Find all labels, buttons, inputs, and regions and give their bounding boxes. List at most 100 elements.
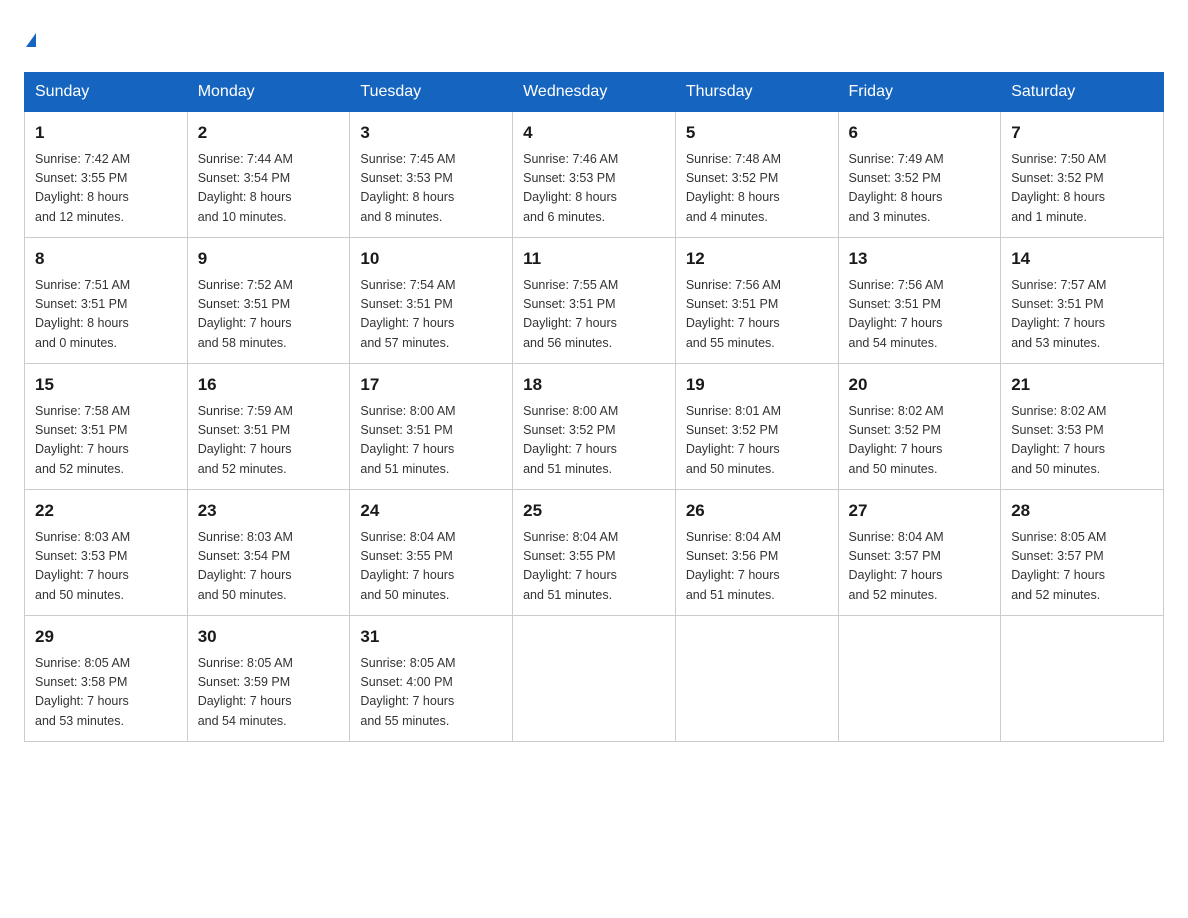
day-number: 20 xyxy=(849,372,991,398)
day-info: Sunrise: 7:42 AMSunset: 3:55 PMDaylight:… xyxy=(35,150,177,228)
day-info: Sunrise: 7:44 AMSunset: 3:54 PMDaylight:… xyxy=(198,150,340,228)
day-number: 1 xyxy=(35,120,177,146)
calendar-cell: 19Sunrise: 8:01 AMSunset: 3:52 PMDayligh… xyxy=(675,364,838,490)
weekday-header-tuesday: Tuesday xyxy=(350,73,513,112)
day-number: 5 xyxy=(686,120,828,146)
calendar-cell: 5Sunrise: 7:48 AMSunset: 3:52 PMDaylight… xyxy=(675,112,838,238)
calendar-cell: 7 Sunrise: 7:50 AMSunset: 3:52 PMDaylight… xyxy=(1001,112,1164,238)
calendar-week-row: 15 Sunrise: 7:58 AMSunset: 3:51 PMDayligh… xyxy=(25,364,1164,490)
day-number: 24 xyxy=(360,498,502,524)
day-number: 12 xyxy=(686,246,828,272)
day-info: Sunrise: 7:49 AMSunset: 3:52 PMDaylight:… xyxy=(849,150,991,228)
day-number: 6 xyxy=(849,120,991,146)
day-info: Sunrise: 7:55 AMSunset: 3:51 PMDaylight:… xyxy=(523,276,665,354)
calendar-cell: 27 Sunrise: 8:04 AMSunset: 3:57 PMDayligh… xyxy=(838,490,1001,616)
day-number: 22 xyxy=(35,498,177,524)
calendar-cell: 17Sunrise: 8:00 AMSunset: 3:51 PMDayligh… xyxy=(350,364,513,490)
day-number: 14 xyxy=(1011,246,1153,272)
calendar-week-row: 1 Sunrise: 7:42 AMSunset: 3:55 PMDaylight… xyxy=(25,112,1164,238)
day-info: Sunrise: 7:58 AMSunset: 3:51 PMDaylight:… xyxy=(35,402,177,480)
calendar-cell: 2 Sunrise: 7:44 AMSunset: 3:54 PMDaylight… xyxy=(187,112,350,238)
calendar-cell: 26Sunrise: 8:04 AMSunset: 3:56 PMDayligh… xyxy=(675,490,838,616)
day-info: Sunrise: 8:02 AMSunset: 3:53 PMDaylight:… xyxy=(1011,402,1153,480)
calendar-cell: 6 Sunrise: 7:49 AMSunset: 3:52 PMDaylight… xyxy=(838,112,1001,238)
calendar-cell: 31 Sunrise: 8:05 AMSunset: 4:00 PMDayligh… xyxy=(350,616,513,742)
calendar-cell: 10 Sunrise: 7:54 AMSunset: 3:51 PMDayligh… xyxy=(350,238,513,364)
day-info: Sunrise: 8:05 AMSunset: 3:57 PMDaylight:… xyxy=(1011,528,1153,606)
calendar-cell xyxy=(513,616,676,742)
calendar-cell xyxy=(1001,616,1164,742)
day-number: 27 xyxy=(849,498,991,524)
logo xyxy=(24,24,36,52)
day-number: 30 xyxy=(198,624,340,650)
day-info: Sunrise: 8:04 AMSunset: 3:57 PMDaylight:… xyxy=(849,528,991,606)
calendar-cell: 15 Sunrise: 7:58 AMSunset: 3:51 PMDayligh… xyxy=(25,364,188,490)
day-number: 7 xyxy=(1011,120,1153,146)
calendar-cell: 13 Sunrise: 7:56 AMSunset: 3:51 PMDayligh… xyxy=(838,238,1001,364)
calendar-week-row: 8 Sunrise: 7:51 AMSunset: 3:51 PMDaylight… xyxy=(25,238,1164,364)
weekday-header-thursday: Thursday xyxy=(675,73,838,112)
day-number: 28 xyxy=(1011,498,1153,524)
day-info: Sunrise: 7:45 AMSunset: 3:53 PMDaylight:… xyxy=(360,150,502,228)
calendar-cell: 3 Sunrise: 7:45 AMSunset: 3:53 PMDaylight… xyxy=(350,112,513,238)
calendar-cell xyxy=(838,616,1001,742)
weekday-header-monday: Monday xyxy=(187,73,350,112)
calendar-week-row: 22 Sunrise: 8:03 AMSunset: 3:53 PMDayligh… xyxy=(25,490,1164,616)
calendar-cell: 21 Sunrise: 8:02 AMSunset: 3:53 PMDayligh… xyxy=(1001,364,1164,490)
day-number: 21 xyxy=(1011,372,1153,398)
calendar-cell: 25Sunrise: 8:04 AMSunset: 3:55 PMDayligh… xyxy=(513,490,676,616)
calendar-cell: 9Sunrise: 7:52 AMSunset: 3:51 PMDaylight… xyxy=(187,238,350,364)
calendar-cell: 12 Sunrise: 7:56 AMSunset: 3:51 PMDayligh… xyxy=(675,238,838,364)
day-info: Sunrise: 8:04 AMSunset: 3:56 PMDaylight:… xyxy=(686,528,828,606)
day-info: Sunrise: 7:56 AMSunset: 3:51 PMDaylight:… xyxy=(849,276,991,354)
day-number: 10 xyxy=(360,246,502,272)
weekday-header-wednesday: Wednesday xyxy=(513,73,676,112)
day-info: Sunrise: 7:56 AMSunset: 3:51 PMDaylight:… xyxy=(686,276,828,354)
day-number: 25 xyxy=(523,498,665,524)
day-info: Sunrise: 7:54 AMSunset: 3:51 PMDaylight:… xyxy=(360,276,502,354)
calendar-cell: 11 Sunrise: 7:55 AMSunset: 3:51 PMDayligh… xyxy=(513,238,676,364)
day-info: Sunrise: 8:05 AMSunset: 4:00 PMDaylight:… xyxy=(360,654,502,732)
day-number: 8 xyxy=(35,246,177,272)
calendar-week-row: 29 Sunrise: 8:05 AMSunset: 3:58 PMDayligh… xyxy=(25,616,1164,742)
day-info: Sunrise: 7:51 AMSunset: 3:51 PMDaylight:… xyxy=(35,276,177,354)
weekday-header-row: SundayMondayTuesdayWednesdayThursdayFrid… xyxy=(25,73,1164,112)
day-info: Sunrise: 8:03 AMSunset: 3:54 PMDaylight:… xyxy=(198,528,340,606)
calendar-cell: 20Sunrise: 8:02 AMSunset: 3:52 PMDayligh… xyxy=(838,364,1001,490)
calendar-cell: 23Sunrise: 8:03 AMSunset: 3:54 PMDayligh… xyxy=(187,490,350,616)
page-header xyxy=(24,24,1164,52)
day-info: Sunrise: 7:50 AMSunset: 3:52 PMDaylight:… xyxy=(1011,150,1153,228)
calendar-table: SundayMondayTuesdayWednesdayThursdayFrid… xyxy=(24,72,1164,742)
weekday-header-friday: Friday xyxy=(838,73,1001,112)
calendar-cell: 18 Sunrise: 8:00 AMSunset: 3:52 PMDayligh… xyxy=(513,364,676,490)
day-number: 3 xyxy=(360,120,502,146)
logo-triangle-icon xyxy=(26,33,36,47)
calendar-cell: 8 Sunrise: 7:51 AMSunset: 3:51 PMDaylight… xyxy=(25,238,188,364)
calendar-cell: 24 Sunrise: 8:04 AMSunset: 3:55 PMDayligh… xyxy=(350,490,513,616)
day-info: Sunrise: 7:57 AMSunset: 3:51 PMDaylight:… xyxy=(1011,276,1153,354)
weekday-header-saturday: Saturday xyxy=(1001,73,1164,112)
day-number: 15 xyxy=(35,372,177,398)
logo-text xyxy=(24,24,36,52)
day-number: 18 xyxy=(523,372,665,398)
day-number: 4 xyxy=(523,120,665,146)
weekday-header-sunday: Sunday xyxy=(25,73,188,112)
day-number: 17 xyxy=(360,372,502,398)
calendar-cell xyxy=(675,616,838,742)
day-info: Sunrise: 8:04 AMSunset: 3:55 PMDaylight:… xyxy=(360,528,502,606)
day-number: 13 xyxy=(849,246,991,272)
day-info: Sunrise: 7:59 AMSunset: 3:51 PMDaylight:… xyxy=(198,402,340,480)
day-info: Sunrise: 8:05 AMSunset: 3:59 PMDaylight:… xyxy=(198,654,340,732)
day-number: 31 xyxy=(360,624,502,650)
day-number: 9 xyxy=(198,246,340,272)
day-info: Sunrise: 8:00 AMSunset: 3:52 PMDaylight:… xyxy=(523,402,665,480)
calendar-cell: 30 Sunrise: 8:05 AMSunset: 3:59 PMDayligh… xyxy=(187,616,350,742)
day-number: 29 xyxy=(35,624,177,650)
calendar-cell: 22 Sunrise: 8:03 AMSunset: 3:53 PMDayligh… xyxy=(25,490,188,616)
day-info: Sunrise: 7:46 AMSunset: 3:53 PMDaylight:… xyxy=(523,150,665,228)
day-info: Sunrise: 8:05 AMSunset: 3:58 PMDaylight:… xyxy=(35,654,177,732)
day-info: Sunrise: 8:03 AMSunset: 3:53 PMDaylight:… xyxy=(35,528,177,606)
day-number: 2 xyxy=(198,120,340,146)
day-number: 11 xyxy=(523,246,665,272)
calendar-cell: 14 Sunrise: 7:57 AMSunset: 3:51 PMDayligh… xyxy=(1001,238,1164,364)
